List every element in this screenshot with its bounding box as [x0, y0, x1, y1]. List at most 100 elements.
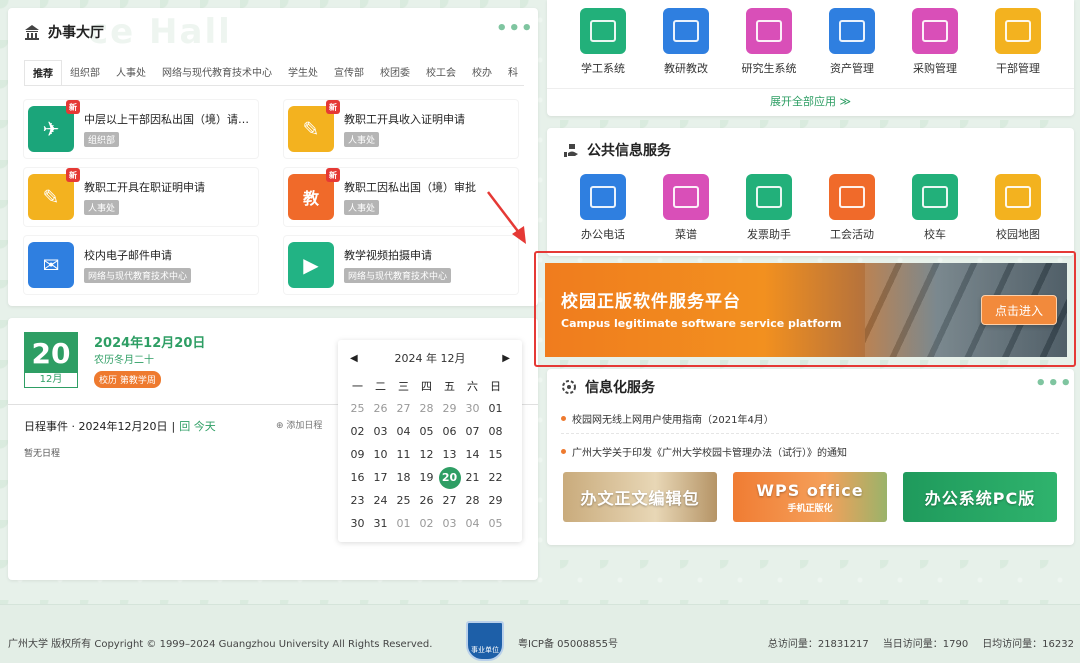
calendar-day[interactable]: 15	[484, 443, 507, 466]
app-asset-management[interactable]: 资产管理	[817, 8, 887, 76]
new-badge: 新	[66, 100, 80, 114]
divider	[561, 433, 1059, 434]
promo-office-pc[interactable]: 办公系统PC版	[903, 472, 1057, 522]
calendar-day[interactable]: 03	[438, 512, 461, 535]
app-graduate-system[interactable]: 研究生系统	[734, 8, 804, 76]
calendar-day[interactable]: 08	[484, 420, 507, 443]
calendar-day[interactable]: 12	[415, 443, 438, 466]
calendar-day[interactable]: 07	[461, 420, 484, 443]
today-link[interactable]: 回 今天	[179, 418, 216, 434]
calendar-day[interactable]: 11	[392, 443, 415, 466]
calendar-day[interactable]: 25	[346, 397, 369, 420]
icp-license-link[interactable]: 粤ICP备 05008855号	[518, 635, 618, 650]
calendar-day[interactable]: 06	[438, 420, 461, 443]
calendar-day[interactable]: 04	[461, 512, 484, 535]
plane-teach-icon: 教新	[288, 168, 340, 220]
calendar-day[interactable]: 02	[415, 512, 438, 535]
news-item[interactable]: 广州大学关于印发《广州大学校园卡管理办法（试行）》的通知	[561, 444, 847, 459]
tab-network-center[interactable]: 网络与现代教育技术中心	[154, 60, 280, 85]
service-card-employment-proof[interactable]: ✎ 新 教职工开具在职证明申请 人事处	[24, 168, 258, 226]
app-procurement[interactable]: 采购管理	[900, 8, 970, 76]
calendar-day[interactable]: 30	[346, 512, 369, 535]
calendar-title: 2024 年 12月	[394, 352, 466, 365]
calendar-day[interactable]: 25	[392, 489, 415, 512]
calendar-day-selected[interactable]: 20	[438, 466, 461, 489]
service-card-email[interactable]: ✉ 校内电子邮件申请 网络与现代教育技术中心	[24, 236, 258, 294]
tab-recommend[interactable]: 推荐	[24, 60, 62, 85]
calendar-day[interactable]: 31	[369, 512, 392, 535]
public-institution-emblem[interactable]: 事业单位	[466, 621, 504, 661]
date-month: 12月	[25, 373, 77, 387]
tab-union[interactable]: 校工会	[418, 60, 464, 85]
tab-youth-league[interactable]: 校团委	[372, 60, 418, 85]
calendar-day[interactable]: 05	[415, 420, 438, 443]
promo-doc-editor[interactable]: 办文正文编辑包	[563, 472, 717, 522]
tab-student-affairs[interactable]: 学生处	[280, 60, 326, 85]
tab-personnel[interactable]: 人事处	[108, 60, 154, 85]
banner-subtitle: Campus legitimate software service platf…	[561, 317, 842, 330]
calendar-day[interactable]: 27	[438, 489, 461, 512]
calendar-day[interactable]: 26	[415, 489, 438, 512]
service-campus-map[interactable]: 校园地图	[983, 174, 1053, 242]
calendar-day[interactable]: 30	[461, 397, 484, 420]
service-office-phone[interactable]: 办公电话	[568, 174, 638, 242]
app-teaching-reform[interactable]: 教研教改	[651, 8, 721, 76]
calendar-day[interactable]: 23	[346, 489, 369, 512]
calendar-day[interactable]: 28	[461, 489, 484, 512]
calendar-day[interactable]: 03	[369, 420, 392, 443]
printer-icon	[746, 174, 792, 220]
service-invoice[interactable]: 发票助手	[734, 174, 804, 242]
calendar-day[interactable]: 02	[346, 420, 369, 443]
app-cadre-management[interactable]: 干部管理	[983, 8, 1053, 76]
calendar-day[interactable]: 10	[369, 443, 392, 466]
date-full: 2024年12月20日	[94, 336, 206, 351]
tab-publicity[interactable]: 宣传部	[326, 60, 372, 85]
calendar-day[interactable]: 18	[392, 466, 415, 489]
tab-president-office[interactable]: 校办	[464, 60, 500, 85]
promo-wps-office[interactable]: WPS office 手机正版化	[733, 472, 887, 522]
calendar-day[interactable]: 14	[461, 443, 484, 466]
info-service-more-button[interactable]: •••	[1035, 373, 1073, 394]
office-hall-more-button[interactable]: •••	[496, 18, 534, 39]
calendar-day[interactable]: 19	[415, 466, 438, 489]
calendar-day[interactable]: 16	[346, 466, 369, 489]
tab-science[interactable]: 科	[500, 60, 524, 85]
tab-organization[interactable]: 组织部	[62, 60, 108, 85]
service-menu[interactable]: 菜谱	[651, 174, 721, 242]
calendar-day[interactable]: 22	[484, 466, 507, 489]
service-card-staff-travel[interactable]: 教新 教职工因私出国（境）审批 人事处	[284, 168, 518, 226]
calendar-day[interactable]: 29	[438, 397, 461, 420]
calendar-day[interactable]: 13	[438, 443, 461, 466]
service-card-cadre-leave[interactable]: ✈ 新 中层以上干部因私出国（境）请假... 组织部	[24, 100, 258, 158]
service-card-income-proof[interactable]: ✎ 新 教职工开具收入证明申请 人事处	[284, 100, 518, 158]
office-hall-panel: ce Hall 办事大厅 ••• 推荐 组织部 人事处 网络与现代教育技术中心 …	[8, 8, 538, 306]
expand-all-apps-button[interactable]: 展开全部应用 ≫	[547, 88, 1074, 114]
calendar-day[interactable]: 01	[392, 512, 415, 535]
app-label: 教研教改	[664, 62, 708, 75]
add-schedule-button[interactable]: ⊕ 添加日程	[276, 418, 322, 431]
calendar-day[interactable]: 24	[369, 489, 392, 512]
calendar-day[interactable]: 26	[369, 397, 392, 420]
app-label: 资产管理	[830, 62, 874, 75]
calendar-day[interactable]: 28	[415, 397, 438, 420]
calendar-prev-button[interactable]: ◀	[350, 353, 358, 364]
service-card-video[interactable]: ▶ 教学视频拍摄申请 网络与现代教育技术中心	[284, 236, 518, 294]
calendar-day[interactable]: 09	[346, 443, 369, 466]
calendar-next-button[interactable]: ▶	[502, 353, 510, 364]
new-badge: 新	[66, 168, 80, 182]
calendar-day[interactable]: 21	[461, 466, 484, 489]
calendar-day[interactable]: 04	[392, 420, 415, 443]
calendar-day[interactable]: 05	[484, 512, 507, 535]
news-item[interactable]: 校园网无线上网用户使用指南（2021年4月）	[561, 411, 774, 426]
app-student-affairs[interactable]: 学工系统	[568, 8, 638, 76]
calendar-day[interactable]: 27	[392, 397, 415, 420]
calendar-weekday: 二	[375, 379, 386, 393]
service-label: 发票助手	[747, 228, 791, 241]
banner-enter-button[interactable]: 点击进入	[981, 295, 1057, 325]
calendar-day[interactable]: 29	[484, 489, 507, 512]
calendar-day[interactable]: 01	[484, 397, 507, 420]
calendar-day[interactable]: 17	[369, 466, 392, 489]
software-platform-banner[interactable]: 校园正版软件服务平台 Campus legitimate software se…	[545, 263, 1067, 357]
service-union-activity[interactable]: 工会活动	[817, 174, 887, 242]
service-campus-bus[interactable]: 校车	[900, 174, 970, 242]
